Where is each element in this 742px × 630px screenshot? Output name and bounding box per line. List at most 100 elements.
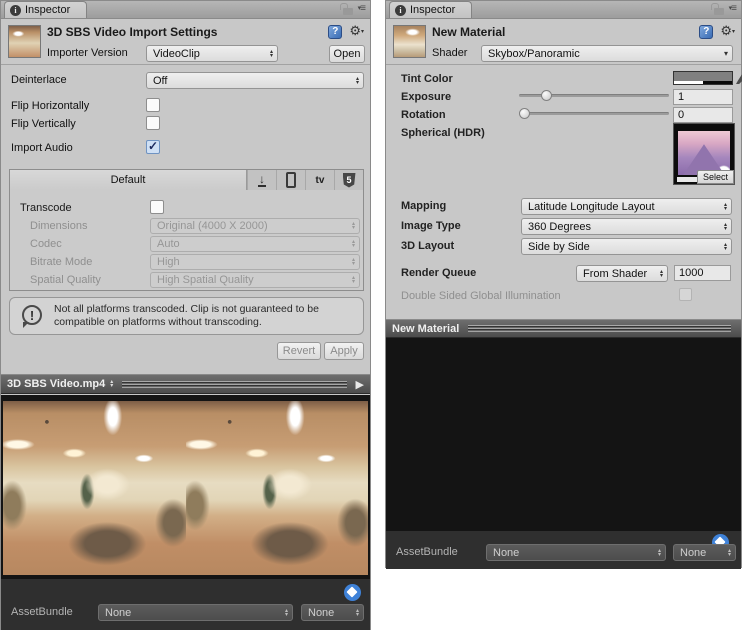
shader-dropdown[interactable]: Skybox/Panoramic▾ [481, 45, 733, 62]
tint-color-label: Tint Color [401, 73, 453, 85]
flip-horizontally-label: Flip Horizontally [11, 100, 89, 112]
transcode-label: Transcode [20, 202, 72, 214]
platform-tab-mobile[interactable] [276, 170, 305, 190]
tab-inspector-label: Inspector [410, 4, 455, 16]
assetbundle-dropdown[interactable]: None▴▾ [98, 604, 293, 621]
apple-tv-icon: tv [316, 175, 325, 186]
preview-drag-handle[interactable] [468, 325, 731, 332]
preview-drag-handle[interactable] [122, 381, 346, 388]
gear-icon[interactable]: ⚙ [349, 24, 364, 39]
tab-inspector-right[interactable]: i Inspector [389, 1, 472, 18]
revert-button[interactable]: Revert [277, 342, 321, 360]
right-preview-footer: AssetBundle None▴▾ None▴▾ [386, 531, 741, 569]
assetbundle-label: AssetBundle [11, 606, 73, 618]
codec-dropdown: Auto▴▾ [150, 236, 360, 252]
material-preview-area[interactable] [386, 338, 741, 531]
transcode-group: Transcode Dimensions Original (4000 X 20… [9, 190, 364, 291]
spherical-hdr-label: Spherical (HDR) [401, 127, 485, 139]
spherical-texture-slot[interactable]: Select [673, 123, 735, 185]
3d-layout-label: 3D Layout [401, 240, 454, 252]
importer-version-dropdown[interactable]: VideoClip▴▾ [146, 45, 278, 62]
right-header: New Material ? ⚙ Shader Skybox/Panoramic… [386, 19, 741, 65]
exposure-label: Exposure [401, 91, 451, 103]
import-audio-checkbox[interactable] [146, 140, 160, 154]
tint-color-swatch[interactable] [673, 71, 733, 85]
left-header: 3D SBS Video Import Settings ? ⚙ Importe… [1, 19, 370, 65]
3d-layout-dropdown[interactable]: Side by Side▴▾ [521, 238, 732, 255]
assetbundle-tag-icon[interactable] [344, 584, 361, 601]
mapping-label: Mapping [401, 200, 446, 212]
platform-tab-standalone[interactable]: ↓ [247, 170, 276, 190]
transcode-warning: ! Not all platforms transcoded. Clip is … [9, 297, 364, 335]
mapping-dropdown[interactable]: Latitude Longitude Layout▴▾ [521, 198, 732, 215]
eyedropper-icon[interactable] [736, 71, 742, 84]
platform-tab-webgl[interactable]: 5 [334, 170, 363, 190]
texture-select-button[interactable]: Select [697, 170, 734, 184]
flip-horizontally-checkbox[interactable] [146, 98, 160, 112]
phone-icon [286, 172, 296, 188]
right-tabbar: i Inspector ▾≡ [386, 1, 741, 19]
material-preview-render [388, 341, 739, 528]
rotation-slider[interactable] [519, 107, 669, 119]
dimensions-label: Dimensions [30, 220, 87, 232]
video-preview-right-eye [186, 401, 369, 575]
render-queue-field[interactable]: 1000 [674, 265, 731, 281]
preview-selector-icon[interactable]: ▴▾ [110, 380, 113, 388]
lock-icon[interactable] [343, 8, 353, 15]
inspector-panel-material: i Inspector ▾≡ New Material ? ⚙ Shader S… [385, 0, 742, 568]
image-type-dropdown[interactable]: 360 Degrees▴▾ [521, 218, 732, 235]
rotation-field[interactable]: 0 [673, 107, 733, 123]
transcode-checkbox[interactable] [150, 200, 164, 214]
flip-vertically-label: Flip Vertically [11, 118, 76, 130]
dsgi-label: Double Sided Global Illumination [401, 290, 561, 302]
video-asset-thumbnail [8, 25, 41, 58]
material-preview-header[interactable]: New Material [386, 319, 741, 338]
assetbundle-variant-dropdown[interactable]: None▴▾ [673, 544, 736, 561]
shader-label: Shader [432, 47, 467, 59]
html5-shield-icon: 5 [343, 173, 356, 188]
platform-tab-appletv[interactable]: tv [305, 170, 334, 190]
info-icon: i [10, 5, 21, 16]
spatial-quality-label: Spatial Quality [30, 274, 101, 286]
help-icon[interactable]: ? [699, 25, 713, 39]
panel-menu-icon[interactable]: ▾≡ [729, 4, 736, 14]
render-queue-label: Render Queue [401, 267, 476, 279]
material-preview-title: New Material [392, 323, 459, 335]
video-preview-left-eye [3, 401, 186, 575]
platform-tab-bar: Default ↓ tv 5 [9, 169, 364, 191]
codec-label: Codec [30, 238, 62, 250]
open-button[interactable]: Open [329, 45, 365, 63]
panel-menu-icon[interactable]: ▾≡ [358, 4, 365, 14]
play-icon[interactable]: ▶ [356, 378, 364, 391]
tab-inspector[interactable]: i Inspector [4, 1, 87, 18]
exposure-slider[interactable] [519, 89, 669, 101]
deinterlace-dropdown[interactable]: Off▴▾ [146, 72, 364, 89]
help-icon[interactable]: ? [328, 25, 342, 39]
assetbundle-dropdown[interactable]: None▴▾ [486, 544, 666, 561]
video-preview-title: 3D SBS Video.mp4 [7, 378, 105, 390]
warning-icon: ! [22, 305, 42, 325]
inspector-panel-video: i Inspector ▾≡ 3D SBS Video Import Setti… [0, 0, 371, 630]
deinterlace-label: Deinterlace [11, 74, 67, 86]
left-preview-footer: AssetBundle None▴▾ None▴▾ [1, 579, 370, 630]
render-queue-dropdown[interactable]: From Shader▴▾ [576, 265, 668, 282]
tab-inspector-label: Inspector [25, 4, 70, 16]
right-title: New Material [432, 25, 505, 39]
assetbundle-variant-dropdown[interactable]: None▴▾ [301, 604, 364, 621]
apply-button[interactable]: Apply [324, 342, 364, 360]
gear-icon[interactable]: ⚙ [720, 24, 735, 39]
lock-icon[interactable] [714, 8, 724, 15]
import-audio-label: Import Audio [11, 142, 73, 154]
dimensions-dropdown: Original (4000 X 2000)▴▾ [150, 218, 360, 234]
exposure-field[interactable]: 1 [673, 89, 733, 105]
video-preview-header[interactable]: 3D SBS Video.mp4 ▴▾ ▶ [1, 374, 370, 394]
workspace: i Inspector ▾≡ 3D SBS Video Import Setti… [0, 0, 742, 630]
warning-text: Not all platforms transcoded. Clip is no… [54, 303, 353, 329]
rotation-label: Rotation [401, 109, 446, 121]
assetbundle-label: AssetBundle [396, 546, 458, 558]
platform-tab-default[interactable]: Default [10, 170, 247, 190]
left-title: 3D SBS Video Import Settings [47, 25, 217, 39]
video-preview-area[interactable] [1, 395, 370, 579]
bitrate-mode-label: Bitrate Mode [30, 256, 92, 268]
flip-vertically-checkbox[interactable] [146, 116, 160, 130]
